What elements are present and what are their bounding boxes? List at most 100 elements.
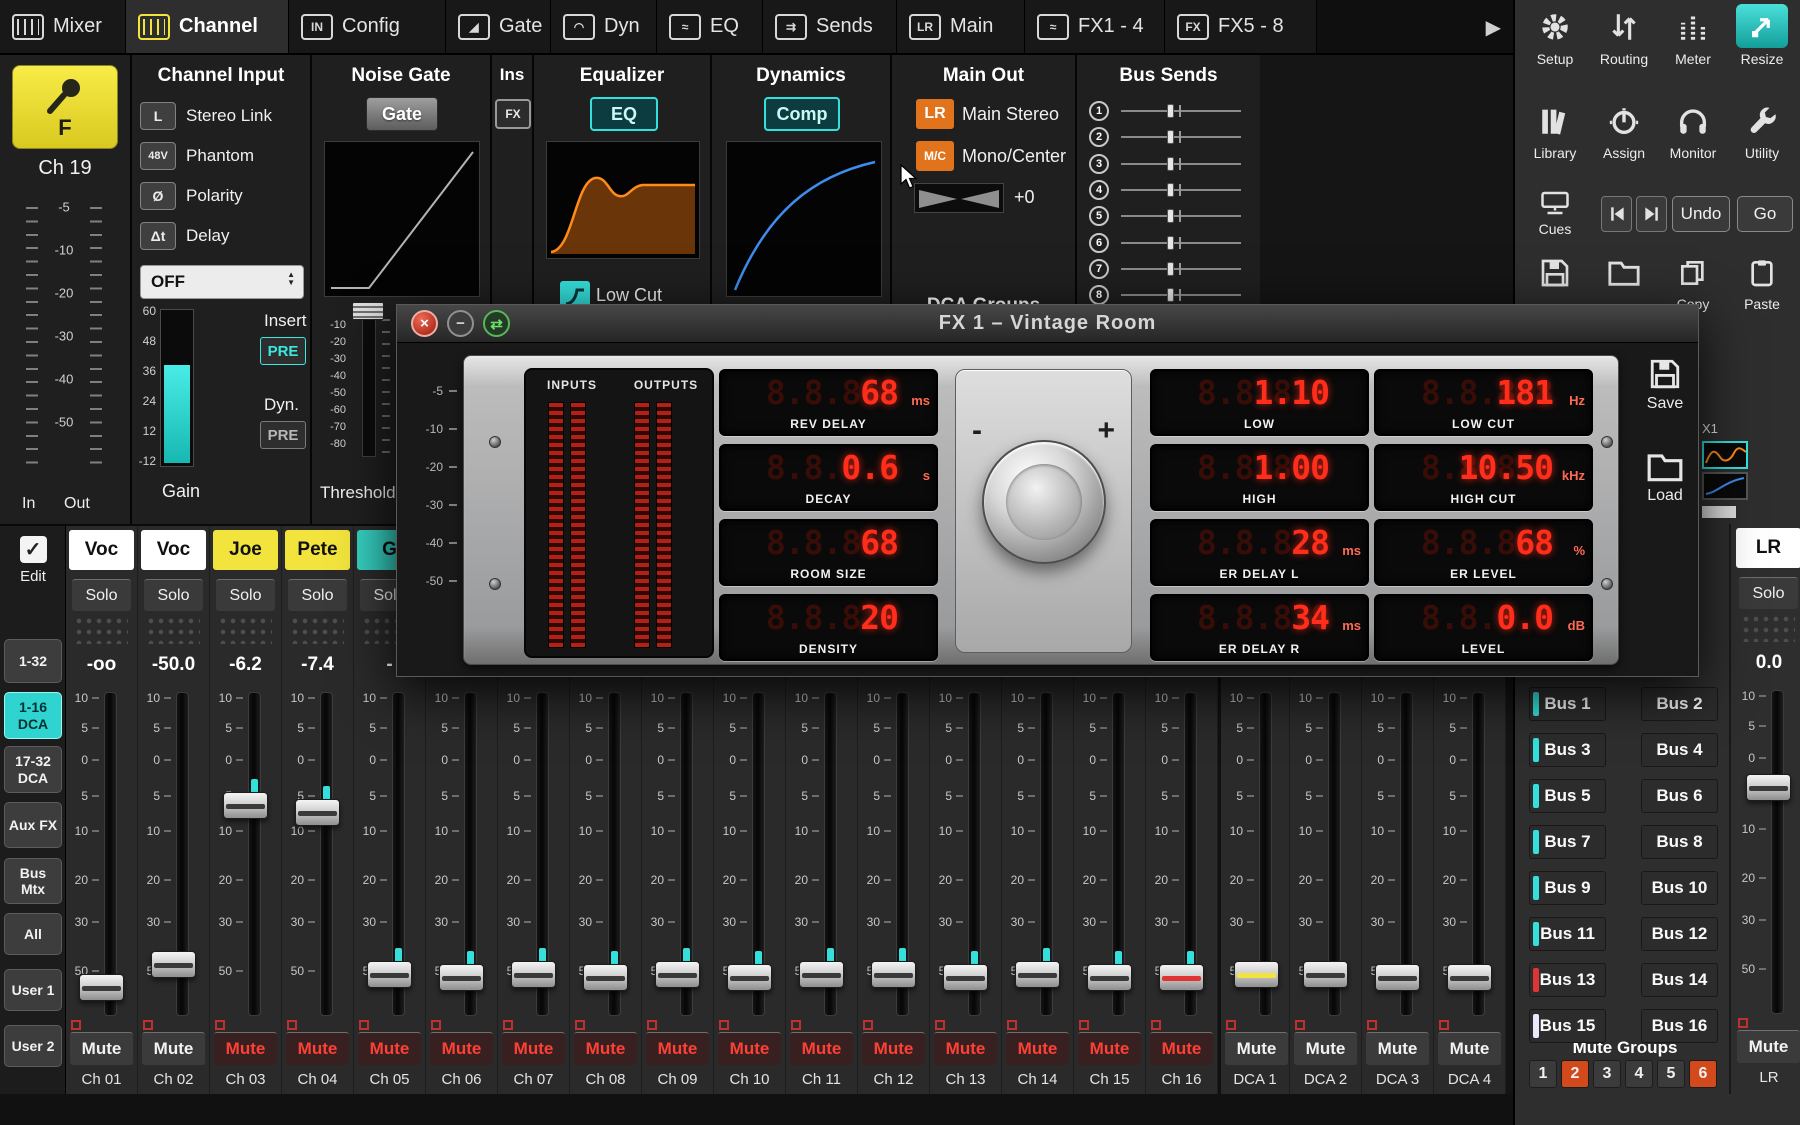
prev-cue-button[interactable] bbox=[1601, 196, 1632, 232]
routing-button[interactable]: Routing bbox=[1592, 6, 1656, 67]
send-thumb[interactable] bbox=[1167, 130, 1174, 144]
scribble-strip[interactable]: LR bbox=[1736, 528, 1800, 568]
fader-cap[interactable] bbox=[1375, 964, 1420, 991]
fader-cap[interactable] bbox=[79, 974, 124, 1001]
bus-button-13[interactable]: Bus 13 bbox=[1529, 963, 1606, 997]
bus-button-4[interactable]: Bus 4 bbox=[1641, 733, 1718, 767]
send-slider[interactable] bbox=[1121, 180, 1241, 200]
mute-group-3[interactable]: 3 bbox=[1593, 1060, 1621, 1088]
scribble-strip[interactable]: Voc bbox=[69, 530, 134, 570]
eq-button[interactable]: EQ bbox=[590, 97, 658, 131]
mute-button[interactable]: Mute bbox=[862, 1032, 925, 1065]
mute-button[interactable]: Mute bbox=[502, 1032, 565, 1065]
tab-fx5-8[interactable]: FXFX5 - 8 bbox=[1165, 0, 1317, 53]
mute-button[interactable]: Mute bbox=[1294, 1032, 1357, 1065]
fader-cap[interactable] bbox=[583, 964, 628, 991]
tab-config[interactable]: INConfig bbox=[289, 0, 446, 53]
layer-17-32-dca[interactable]: 17-32 DCA bbox=[4, 746, 62, 793]
layer-1-32[interactable]: 1-32 bbox=[4, 639, 62, 683]
next-cue-button[interactable] bbox=[1636, 196, 1667, 232]
scribble-strip[interactable]: Pete bbox=[285, 530, 350, 570]
fx-insert-icon[interactable]: FX bbox=[495, 99, 531, 129]
fader-cap[interactable] bbox=[799, 961, 844, 988]
fx-display-er-delay-r[interactable]: 8.8.8.834msER DELAY R bbox=[1150, 594, 1369, 661]
layer-1-16-dca[interactable]: 1-16 DCA bbox=[4, 692, 62, 739]
setup-button[interactable]: Setup bbox=[1523, 6, 1587, 67]
resize-button[interactable]: Resize bbox=[1730, 4, 1794, 67]
pan-control[interactable] bbox=[914, 183, 1004, 213]
fx-display-low[interactable]: 8.8.8.81.10LOW bbox=[1150, 369, 1369, 436]
fader-cap[interactable] bbox=[943, 964, 988, 991]
fx-slot-preview[interactable]: X1 bbox=[1702, 420, 1750, 518]
send-thumb[interactable] bbox=[1167, 236, 1174, 250]
send-slider[interactable] bbox=[1121, 259, 1241, 279]
comp-button[interactable]: Comp bbox=[764, 97, 840, 131]
mute-button[interactable]: Mute bbox=[1366, 1032, 1429, 1065]
fader-cap[interactable] bbox=[151, 951, 196, 978]
mute-button[interactable]: Mute bbox=[142, 1032, 205, 1065]
cues-button[interactable]: Cues bbox=[1523, 188, 1587, 237]
send-slider[interactable] bbox=[1121, 101, 1241, 121]
mute-button[interactable]: Mute bbox=[1438, 1032, 1501, 1065]
lr-assign-button[interactable]: LR bbox=[916, 99, 954, 129]
bus-button-5[interactable]: Bus 5 bbox=[1529, 779, 1606, 813]
fader-track[interactable] bbox=[320, 692, 333, 1016]
fader-cap[interactable] bbox=[1159, 964, 1204, 991]
load-scene-button[interactable] bbox=[1604, 254, 1644, 292]
mute-group-5[interactable]: 5 bbox=[1657, 1060, 1685, 1088]
mute-button[interactable]: Mute bbox=[1006, 1032, 1069, 1065]
fx-save-button[interactable]: Save bbox=[1633, 357, 1697, 413]
bus-button-8[interactable]: Bus 8 bbox=[1641, 825, 1718, 859]
fader-cap[interactable] bbox=[871, 961, 916, 988]
send-slider[interactable] bbox=[1121, 206, 1241, 226]
bus-button-11[interactable]: Bus 11 bbox=[1529, 917, 1606, 951]
tab-eq[interactable]: ≈EQ bbox=[657, 0, 763, 53]
paste-button[interactable] bbox=[1742, 254, 1782, 292]
save-scene-button[interactable] bbox=[1535, 254, 1575, 292]
mute-button[interactable]: Mute bbox=[358, 1032, 421, 1065]
utility-button[interactable]: Utility bbox=[1730, 100, 1794, 161]
fader-cap[interactable] bbox=[223, 792, 268, 819]
fader-track[interactable] bbox=[1771, 690, 1784, 1014]
mute-button[interactable]: Mute bbox=[790, 1032, 853, 1065]
tab-scroll-right-icon[interactable]: ▶ bbox=[1486, 15, 1501, 40]
mute-button[interactable]: Mute bbox=[646, 1032, 709, 1065]
fader-cap[interactable] bbox=[1303, 961, 1348, 988]
mute-group-1[interactable]: 1 bbox=[1529, 1060, 1557, 1088]
mute-button[interactable]: Mute bbox=[286, 1032, 349, 1065]
send-thumb[interactable] bbox=[1167, 183, 1174, 197]
fx-display-low-cut[interactable]: 8.8.8.8181HzLOW CUT bbox=[1374, 369, 1593, 436]
undo-button[interactable]: Undo bbox=[1672, 196, 1730, 232]
fader-cap[interactable] bbox=[511, 961, 556, 988]
layer-user-1[interactable]: User 1 bbox=[4, 969, 62, 1011]
mute-button[interactable]: Mute bbox=[1737, 1030, 1800, 1063]
threshold-fader-cap[interactable] bbox=[352, 302, 384, 320]
fader-cap[interactable] bbox=[1234, 961, 1279, 988]
fader-cap[interactable] bbox=[1447, 964, 1492, 991]
send-slider[interactable] bbox=[1121, 127, 1241, 147]
fader-track[interactable] bbox=[104, 692, 117, 1016]
go-button[interactable]: Go bbox=[1737, 196, 1793, 232]
tab-gate[interactable]: ◢Gate bbox=[446, 0, 551, 53]
bus-button-16[interactable]: Bus 16 bbox=[1641, 1009, 1718, 1043]
tab-dyn[interactable]: ◠Dyn bbox=[551, 0, 657, 53]
solo-button[interactable]: Solo bbox=[1739, 577, 1798, 609]
fader-cap[interactable] bbox=[367, 961, 412, 988]
layer-bus-mtx[interactable]: Bus Mtx bbox=[4, 858, 62, 904]
tab-fx1-4[interactable]: ≈FX1 - 4 bbox=[1025, 0, 1165, 53]
mute-group-6[interactable]: 6 bbox=[1689, 1060, 1717, 1088]
send-thumb[interactable] bbox=[1167, 288, 1174, 302]
scribble-strip[interactable]: Joe bbox=[213, 530, 278, 570]
bus-button-10[interactable]: Bus 10 bbox=[1641, 871, 1718, 905]
mute-button[interactable]: Mute bbox=[934, 1032, 997, 1065]
fx-display-rev-delay[interactable]: 8.8.8.868msREV DELAY bbox=[719, 369, 938, 436]
solo-button[interactable]: Solo bbox=[72, 579, 131, 611]
bus-button-14[interactable]: Bus 14 bbox=[1641, 963, 1718, 997]
copy-button[interactable] bbox=[1673, 254, 1713, 292]
bus-button-3[interactable]: Bus 3 bbox=[1529, 733, 1606, 767]
mute-button[interactable]: Mute bbox=[214, 1032, 277, 1065]
library-button[interactable]: Library bbox=[1523, 100, 1587, 161]
solo-button[interactable]: Solo bbox=[216, 579, 275, 611]
fx-display-room-size[interactable]: 8.8.8.868ROOM SIZE bbox=[719, 519, 938, 586]
fx-display-density[interactable]: 8.8.8.820DENSITY bbox=[719, 594, 938, 661]
